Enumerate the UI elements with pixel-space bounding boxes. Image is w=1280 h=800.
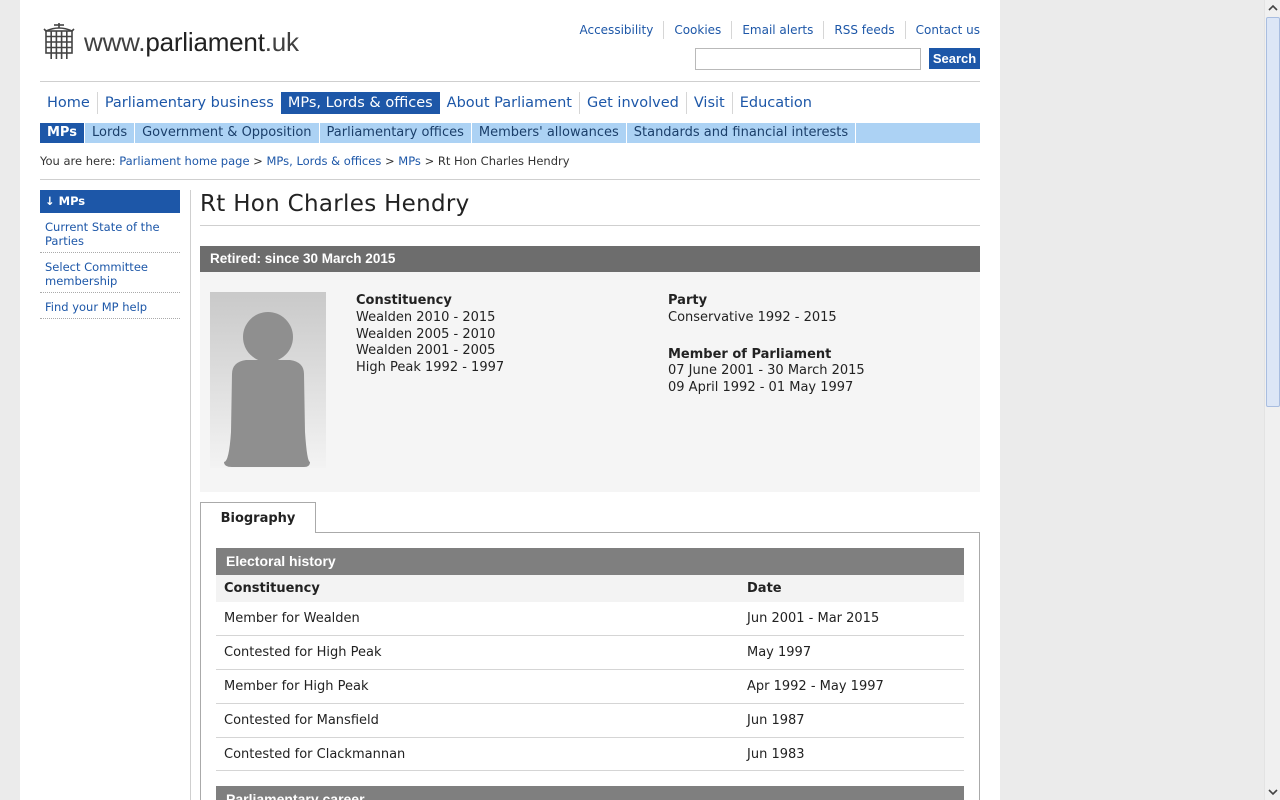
vertical-scrollbar[interactable] xyxy=(1264,0,1280,800)
portcullis-icon xyxy=(43,23,75,59)
left-nav-find-your-mp[interactable]: Find your MP help xyxy=(40,293,180,319)
left-nav-current-state[interactable]: Current State of the Parties xyxy=(40,213,180,253)
left-nav: ↓ MPs Current State of the Parties Selec… xyxy=(40,190,180,319)
row-date: Jun 1983 xyxy=(739,737,964,772)
row-constituency: Member for High Peak xyxy=(216,669,739,704)
subnav-mps[interactable]: MPs xyxy=(40,123,85,143)
breadcrumb: You are here: Parliament home page > MPs… xyxy=(40,154,570,168)
subnav-lords[interactable]: Lords xyxy=(85,123,136,143)
table-row: Member for High Peak Apr 1992 - May 1997 xyxy=(216,669,964,704)
scrollbar-thumb[interactable] xyxy=(1266,17,1280,407)
breadcrumb-current: Rt Hon Charles Hendry xyxy=(437,154,570,168)
subnav-standards[interactable]: Standards and financial interests xyxy=(627,123,857,143)
member-photo-placeholder xyxy=(210,292,326,468)
site-logo[interactable]: www.parliament.uk xyxy=(42,22,299,62)
link-cookies[interactable]: Cookies xyxy=(663,21,731,39)
constituency-block: Constituency Wealden 2010 - 2015 Wealden… xyxy=(356,293,504,377)
page-title: Rt Hon Charles Hendry xyxy=(200,191,470,217)
link-email-alerts[interactable]: Email alerts xyxy=(731,21,823,39)
link-accessibility[interactable]: Accessibility xyxy=(569,21,663,39)
row-date: Apr 1992 - May 1997 xyxy=(739,669,964,704)
nav-education[interactable]: Education xyxy=(731,92,819,114)
link-rss-feeds[interactable]: RSS feeds xyxy=(823,21,904,39)
row-constituency: Contested for High Peak xyxy=(216,635,739,671)
mp-term: 07 June 2001 - 30 March 2015 xyxy=(668,363,865,379)
logo-text: www.parliament.uk xyxy=(84,26,299,57)
subnav-parliamentary-offices[interactable]: Parliamentary offices xyxy=(320,123,472,143)
utility-links: Accessibility Cookies Email alerts RSS f… xyxy=(569,21,980,39)
page: www.parliament.uk Accessibility Cookies … xyxy=(20,0,1000,800)
row-constituency: Contested for Clackmannan xyxy=(216,737,739,772)
person-silhouette-icon xyxy=(224,312,310,467)
table-row: Contested for Mansfield Jun 1987 xyxy=(216,703,964,738)
constituency-entry: Wealden 2010 - 2015 xyxy=(356,309,496,325)
constituency-entry: Wealden 2005 - 2010 xyxy=(356,326,496,342)
column-divider xyxy=(190,190,191,800)
header-divider xyxy=(40,81,980,82)
scroll-down-button[interactable] xyxy=(1265,784,1280,800)
table-row: Contested for Clackmannan Jun 1983 xyxy=(216,737,964,772)
arrow-up-icon xyxy=(1268,4,1278,11)
constituency-label: Constituency xyxy=(356,293,452,308)
nav-get-involved[interactable]: Get involved xyxy=(578,92,686,114)
breadcrumb-home[interactable]: Parliament home page xyxy=(119,154,249,168)
col-constituency: Constituency xyxy=(216,575,739,602)
row-date: Jun 2001 - Mar 2015 xyxy=(739,602,964,637)
search-button[interactable]: Search xyxy=(929,48,980,69)
mp-label: Member of Parliament xyxy=(668,346,832,362)
electoral-history-heading: Electoral history xyxy=(216,548,964,575)
member-profile: Constituency Wealden 2010 - 2015 Wealden… xyxy=(200,272,980,492)
title-divider xyxy=(200,225,980,226)
nav-mps-lords-offices[interactable]: MPs, Lords & offices xyxy=(280,92,440,114)
nav-visit[interactable]: Visit xyxy=(685,92,732,114)
scroll-up-button[interactable] xyxy=(1265,0,1280,16)
breadcrumb-mps[interactable]: MPs xyxy=(398,154,421,168)
constituency-entry: Wealden 2001 - 2005 xyxy=(356,343,496,359)
nav-parliamentary-business[interactable]: Parliamentary business xyxy=(96,92,281,114)
constituency-entry: High Peak 1992 - 1997 xyxy=(356,360,505,376)
breadcrumb-mps-lords-offices[interactable]: MPs, Lords & offices xyxy=(266,154,381,168)
row-constituency: Member for Wealden xyxy=(216,602,739,637)
left-nav-heading[interactable]: ↓ MPs xyxy=(40,190,180,213)
breadcrumb-prefix: You are here: xyxy=(40,154,116,168)
status-banner: Retired: since 30 March 2015 xyxy=(200,246,980,272)
row-date: Jun 1987 xyxy=(739,703,964,738)
nav-about-parliament[interactable]: About Parliament xyxy=(440,92,579,114)
table-row: Contested for High Peak May 1997 xyxy=(216,635,964,671)
search-input[interactable] xyxy=(695,48,921,70)
parliamentary-career-heading: Parliamentary career xyxy=(216,786,964,800)
arrow-down-icon xyxy=(1268,789,1278,796)
left-nav-select-committee[interactable]: Select Committee membership xyxy=(40,253,180,293)
main-nav: Home Parliamentary business MPs, Lords &… xyxy=(40,92,819,114)
row-constituency: Contested for Mansfield xyxy=(216,703,739,738)
row-date: May 1997 xyxy=(739,635,964,671)
party-value: Conservative 1992 - 2015 xyxy=(668,309,837,325)
subnav-members-allowances[interactable]: Members' allowances xyxy=(472,123,627,143)
electoral-history-table: Constituency Date Member for Wealden Jun… xyxy=(216,575,964,772)
col-date: Date xyxy=(739,575,964,602)
mp-term: 09 April 1992 - 01 May 1997 xyxy=(668,380,854,396)
sub-nav: MPs Lords Government & Opposition Parlia… xyxy=(40,123,980,143)
link-contact-us[interactable]: Contact us xyxy=(904,21,980,39)
breadcrumb-divider xyxy=(40,179,980,180)
nav-home[interactable]: Home xyxy=(40,92,97,114)
party-label: Party xyxy=(668,293,708,308)
subnav-government-opposition[interactable]: Government & Opposition xyxy=(135,123,320,143)
table-header-row: Constituency Date xyxy=(216,575,964,602)
tab-biography[interactable]: Biography xyxy=(200,502,316,533)
party-block: Party Conservative 1992 - 2015 Member of… xyxy=(668,293,865,397)
table-row: Member for Wealden Jun 2001 - Mar 2015 xyxy=(216,602,964,637)
biography-panel: Electoral history Constituency Date Memb… xyxy=(200,532,980,800)
